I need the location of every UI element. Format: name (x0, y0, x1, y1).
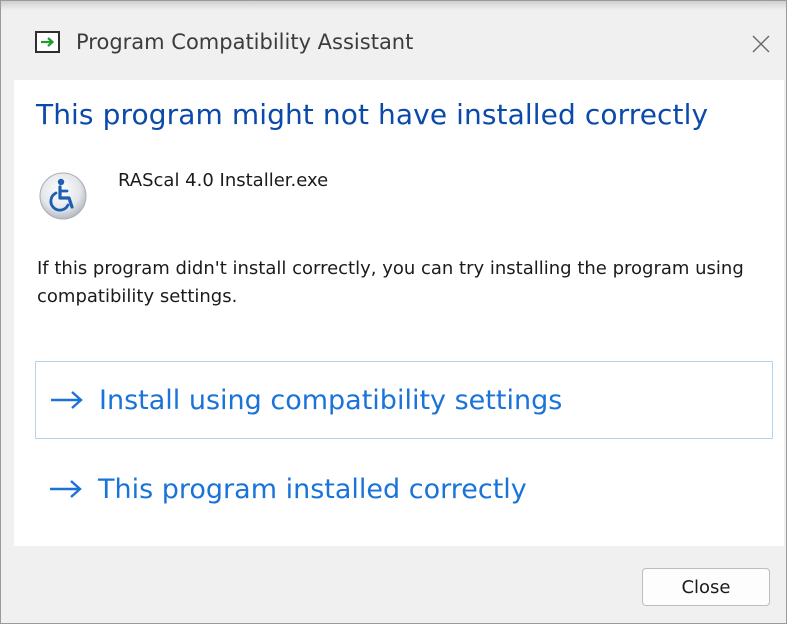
page-title: This program might not have installed co… (36, 98, 709, 131)
dialog-footer: Close (14, 546, 784, 623)
accessibility-icon (35, 166, 99, 230)
close-button[interactable]: Close (642, 568, 770, 606)
dialog-content: This program might not have installed co… (14, 80, 784, 546)
title-bar[interactable]: Program Compatibility Assistant (1, 10, 786, 80)
arrow-right-icon (48, 478, 84, 500)
install-compatibility-option[interactable]: Install using compatibility settings (35, 361, 773, 439)
close-icon[interactable] (743, 26, 779, 62)
installed-correctly-option[interactable]: This program installed correctly (35, 450, 773, 528)
install-compatibility-label: Install using compatibility settings (99, 384, 563, 416)
app-icon (35, 31, 60, 53)
installed-correctly-label: This program installed correctly (98, 473, 527, 505)
dialog-window: Program Compatibility Assistant This pro… (0, 0, 787, 624)
arrow-right-icon (49, 389, 85, 411)
program-name: RAScal 4.0 Installer.exe (118, 170, 329, 191)
description-text: If this program didn't install correctly… (37, 258, 744, 307)
window-title: Program Compatibility Assistant (76, 30, 414, 54)
